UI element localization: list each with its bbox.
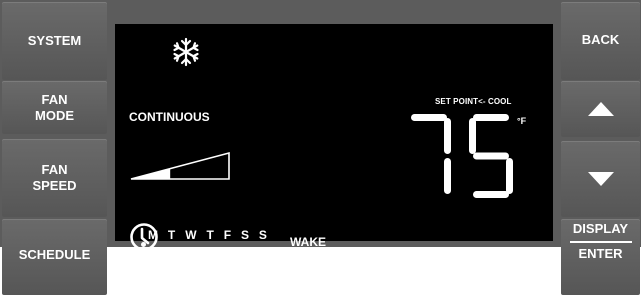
schedule-days: M T W T F S S <box>148 228 271 242</box>
schedule-button[interactable]: SCHEDULE <box>2 219 107 295</box>
digit-segment <box>473 152 509 160</box>
back-button-label: BACK <box>581 32 620 47</box>
fan-mode-label-line2: MODE <box>35 107 74 123</box>
triangle-down-icon <box>587 172 614 186</box>
fan-speed-label-line1: FAN <box>41 162 68 177</box>
fan-speed-level-fill <box>131 168 171 179</box>
fan-mode-value: CONTINUOUS <box>129 110 210 124</box>
display-enter-button[interactable]: DISPLAY ENTER <box>561 219 640 295</box>
setpoint-label: SET POINT<- COOL <box>435 97 512 106</box>
digit-segment <box>473 114 509 121</box>
system-button[interactable]: SYSTEM <box>2 2 107 80</box>
fan-mode-button[interactable]: FAN MODE <box>2 81 107 134</box>
up-button[interactable] <box>561 81 640 137</box>
digit-segment <box>506 158 513 194</box>
fan-mode-label-line1: FAN <box>41 91 68 107</box>
down-button[interactable] <box>561 141 640 217</box>
schedule-button-label: SCHEDULE <box>18 247 91 262</box>
fan-speed-label-line2: SPEED <box>32 178 77 193</box>
thermostat-panel: SYSTEM FAN MODE FAN SPEED SCHEDULE BACK … <box>0 0 641 295</box>
fan-speed-indicator <box>130 151 230 180</box>
digit-segment <box>444 158 451 194</box>
enter-label: ENTER <box>578 245 623 261</box>
digit-segment <box>473 191 509 198</box>
display-enter-divider <box>569 240 632 243</box>
back-button[interactable]: BACK <box>561 2 640 80</box>
temperature-readout <box>411 114 513 198</box>
system-button-label: SYSTEM <box>27 33 82 48</box>
digit-segment <box>469 118 476 154</box>
lcd-display: CONTINUOUS SET POINT<- COOL °F M T W T F… <box>115 24 553 251</box>
digit-segment <box>444 118 451 154</box>
digit-segment <box>411 114 447 121</box>
active-day-indicator <box>141 242 146 247</box>
display-label: DISPLAY <box>572 220 629 236</box>
triangle-up-icon <box>587 102 614 116</box>
snowflake-icon <box>173 37 199 67</box>
fan-speed-button[interactable]: FAN SPEED <box>2 139 107 217</box>
